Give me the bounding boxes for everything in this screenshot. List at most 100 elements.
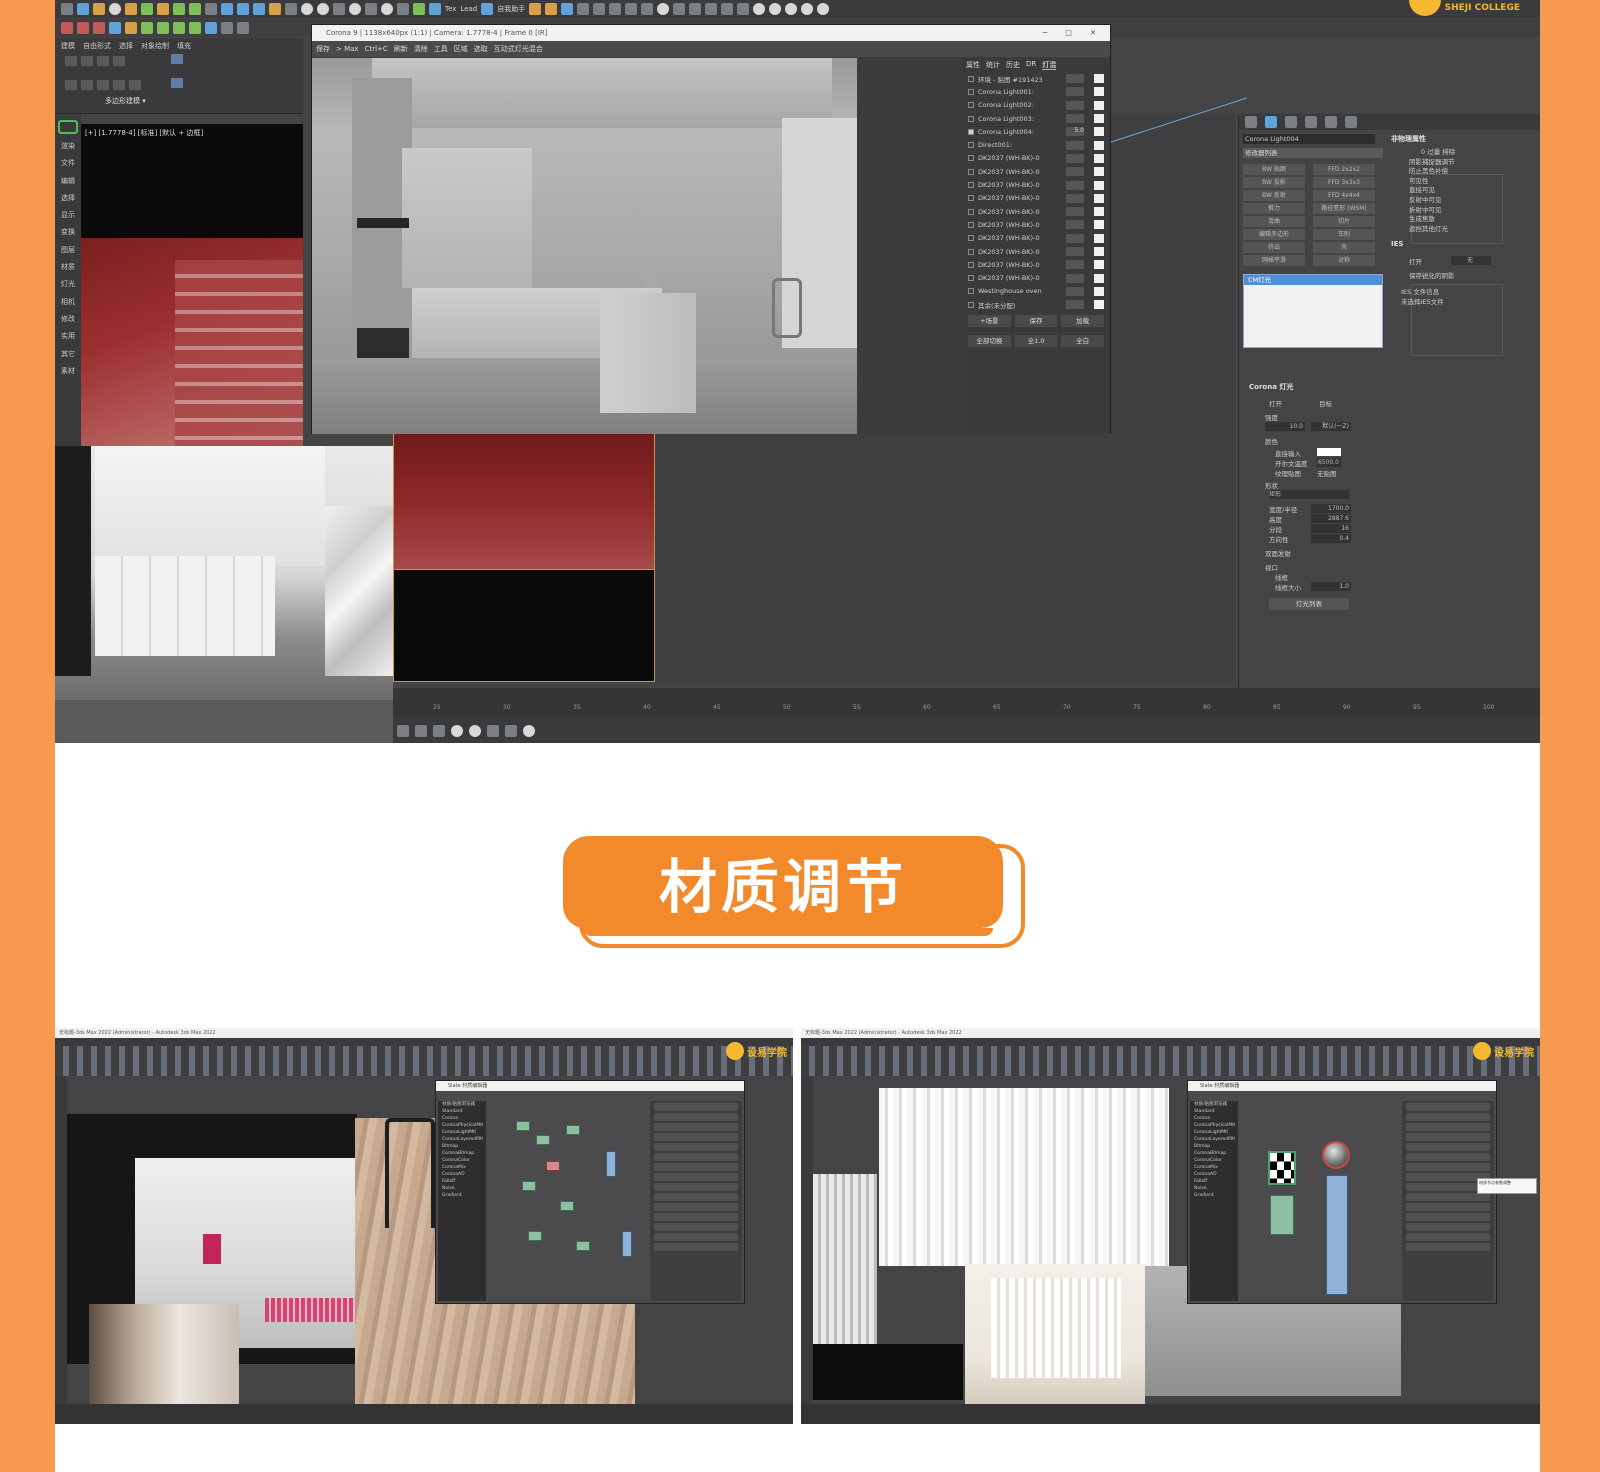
material-browser-item[interactable]: CoronaLightMtl [438, 1129, 486, 1136]
lightmix-intensity-input[interactable] [1066, 260, 1084, 270]
double-chevron-icon[interactable] [58, 120, 78, 134]
ribbon-button[interactable] [97, 80, 109, 90]
window-controls[interactable]: ─ □ ✕ [1043, 25, 1104, 41]
rw-tool-to-max[interactable]: > Max [336, 45, 359, 53]
motion-tab-icon[interactable] [1305, 116, 1317, 128]
bold-icon[interactable] [721, 3, 734, 15]
script-icon[interactable] [397, 3, 409, 15]
lightmix-row[interactable]: Corona Light003: [962, 112, 1110, 125]
strip-item-layer[interactable]: 图层 [55, 242, 81, 259]
polygon-modeling-label[interactable]: 多边形建模 ▾ [105, 96, 146, 106]
non-physical-option[interactable]: 阴影捕捉器调节 [1409, 156, 1455, 166]
lightmix-row[interactable]: Corona Light004: 5.0 [962, 125, 1110, 138]
material-browser-item[interactable]: Noise [1190, 1185, 1238, 1192]
modifier-button[interactable]: 切片 [1313, 216, 1375, 227]
non-physical-rollout[interactable]: 非物理属性 [1391, 134, 1426, 144]
lightmix-row[interactable]: Corona Light002: [962, 99, 1110, 112]
modifier-button[interactable]: 挤出 [1243, 242, 1305, 253]
ies-on-checkbox[interactable]: 打开 [1409, 256, 1422, 266]
lightmix-color-swatch[interactable] [1094, 140, 1104, 150]
toolbar-text-tex[interactable]: Tex [445, 5, 456, 13]
lightmix-color-swatch[interactable] [1094, 286, 1104, 296]
material-editor-icon[interactable] [365, 3, 377, 15]
slate-title[interactable]: Slate 材质编辑器 [1188, 1081, 1496, 1091]
record-icon[interactable] [505, 724, 517, 737]
lightmix-row[interactable]: DK2037 (WH-BK)-0 [962, 245, 1110, 258]
layer-icon[interactable] [641, 3, 654, 15]
lightmix-checkbox[interactable] [968, 208, 974, 215]
lightmix-color-swatch[interactable] [1094, 127, 1104, 137]
walk-icon[interactable] [487, 724, 499, 737]
material-node[interactable] [546, 1161, 560, 1171]
lightmix-intensity-input[interactable]: 5.0 [1066, 127, 1084, 137]
lightmix-checkbox[interactable] [968, 115, 974, 122]
material-node[interactable] [560, 1201, 574, 1211]
lightmix-intensity-input[interactable] [1066, 233, 1084, 243]
toolbars[interactable] [801, 1046, 1540, 1076]
modifier-button[interactable]: BW 贴图 [1243, 164, 1305, 175]
lightmix-color-swatch[interactable] [1094, 207, 1104, 217]
lightmix-color-swatch[interactable] [1094, 300, 1104, 310]
material-preview-sphere[interactable] [1322, 1141, 1350, 1169]
material-browser-item[interactable]: Gradient [1190, 1192, 1238, 1199]
modifier-button[interactable]: 推力 [1243, 203, 1305, 214]
material-browser-item[interactable]: CoronaLightMtl [1190, 1129, 1238, 1136]
play-icon[interactable] [205, 22, 217, 34]
add-scene-button[interactable]: +场景 [968, 315, 1011, 328]
lightmix-intensity-input[interactable] [1066, 193, 1084, 203]
lightmix-row[interactable]: DK2037 (WH-BK)-0 [962, 258, 1110, 271]
undo-icon[interactable] [61, 3, 73, 15]
modifier-stack[interactable]: CM灯光 [1243, 274, 1383, 348]
lightmix-checkbox[interactable] [968, 221, 974, 228]
red-torus-icon[interactable] [93, 22, 105, 34]
material-browser-item[interactable]: CoronaMix [1190, 1164, 1238, 1171]
tab-history[interactable]: 历史 [1006, 60, 1020, 70]
curtain-render[interactable] [879, 1088, 1169, 1266]
shape-dropdown[interactable]: 矩形 [1269, 490, 1349, 499]
move-icon[interactable] [237, 3, 249, 15]
checker-map-node[interactable] [1268, 1151, 1296, 1185]
material-node[interactable] [516, 1121, 530, 1131]
check-icon[interactable] [413, 3, 425, 15]
array-icon[interactable] [189, 22, 201, 34]
strip-item-render[interactable]: 渲染 [55, 138, 81, 155]
strip-item-modify[interactable]: 修改 [55, 311, 81, 328]
lightmix-intensity-input[interactable] [1066, 140, 1084, 150]
lightmix-row[interactable]: DK2037 (WH-BK)-0 [962, 192, 1110, 205]
lightmix-intensity-input[interactable] [1066, 87, 1084, 97]
create-tab-icon[interactable] [1245, 116, 1257, 128]
directionality-input[interactable]: 0.4 [1311, 534, 1351, 543]
lightmix-intensity-input[interactable] [1066, 114, 1084, 124]
modifier-button[interactable]: BW 反射 [1243, 190, 1305, 201]
non-physical-option[interactable]: 直接可见 [1409, 184, 1435, 194]
lightmix-row[interactable]: Direct001: [962, 138, 1110, 151]
segments-input[interactable]: 16 [1311, 524, 1351, 533]
render-icon[interactable] [349, 3, 361, 15]
space-warp-icon[interactable] [205, 3, 217, 15]
ribbon-tab-modeling[interactable]: 建模 [61, 41, 75, 51]
window-icon[interactable] [673, 3, 686, 15]
lightmix-intensity-input[interactable] [1066, 180, 1084, 190]
lightmix-color-swatch[interactable] [1094, 114, 1104, 124]
render-preview[interactable] [312, 58, 962, 434]
lightmix-intensity-input[interactable] [1066, 273, 1084, 283]
slate-material-editor[interactable]: Slate 材质编辑器 材质/贴图浏览器 Standard Corona Corona… [1187, 1080, 1497, 1304]
non-physical-option[interactable]: 生成焦散 [1409, 213, 1435, 223]
left-tool-strip[interactable] [801, 1076, 813, 1406]
material-parameters[interactable] [650, 1101, 742, 1301]
lightmix-color-swatch[interactable] [1094, 260, 1104, 270]
corona-icon[interactable] [381, 3, 393, 15]
rw-tool-clear[interactable]: 清除 [414, 44, 428, 54]
strip-item-utility[interactable]: 实用 [55, 328, 81, 345]
ribbon-button[interactable] [113, 56, 125, 66]
lightmix-row[interactable]: DK2037 (WH-BK)-0 [962, 205, 1110, 218]
app-titlebar[interactable]: 无标题-3ds Max 2022 (Administrator) - Autod… [55, 1028, 793, 1038]
ribbon-button[interactable] [129, 80, 141, 90]
scene-explorer-icon[interactable] [397, 724, 409, 737]
hand-icon[interactable] [415, 724, 427, 737]
material-node[interactable] [522, 1181, 536, 1191]
lightmix-checkbox[interactable] [968, 102, 974, 109]
ribbon-button[interactable] [171, 78, 183, 88]
non-physical-option[interactable]: 遮挡其他灯光 [1409, 223, 1448, 233]
lightmix-intensity-input[interactable] [1066, 247, 1084, 256]
